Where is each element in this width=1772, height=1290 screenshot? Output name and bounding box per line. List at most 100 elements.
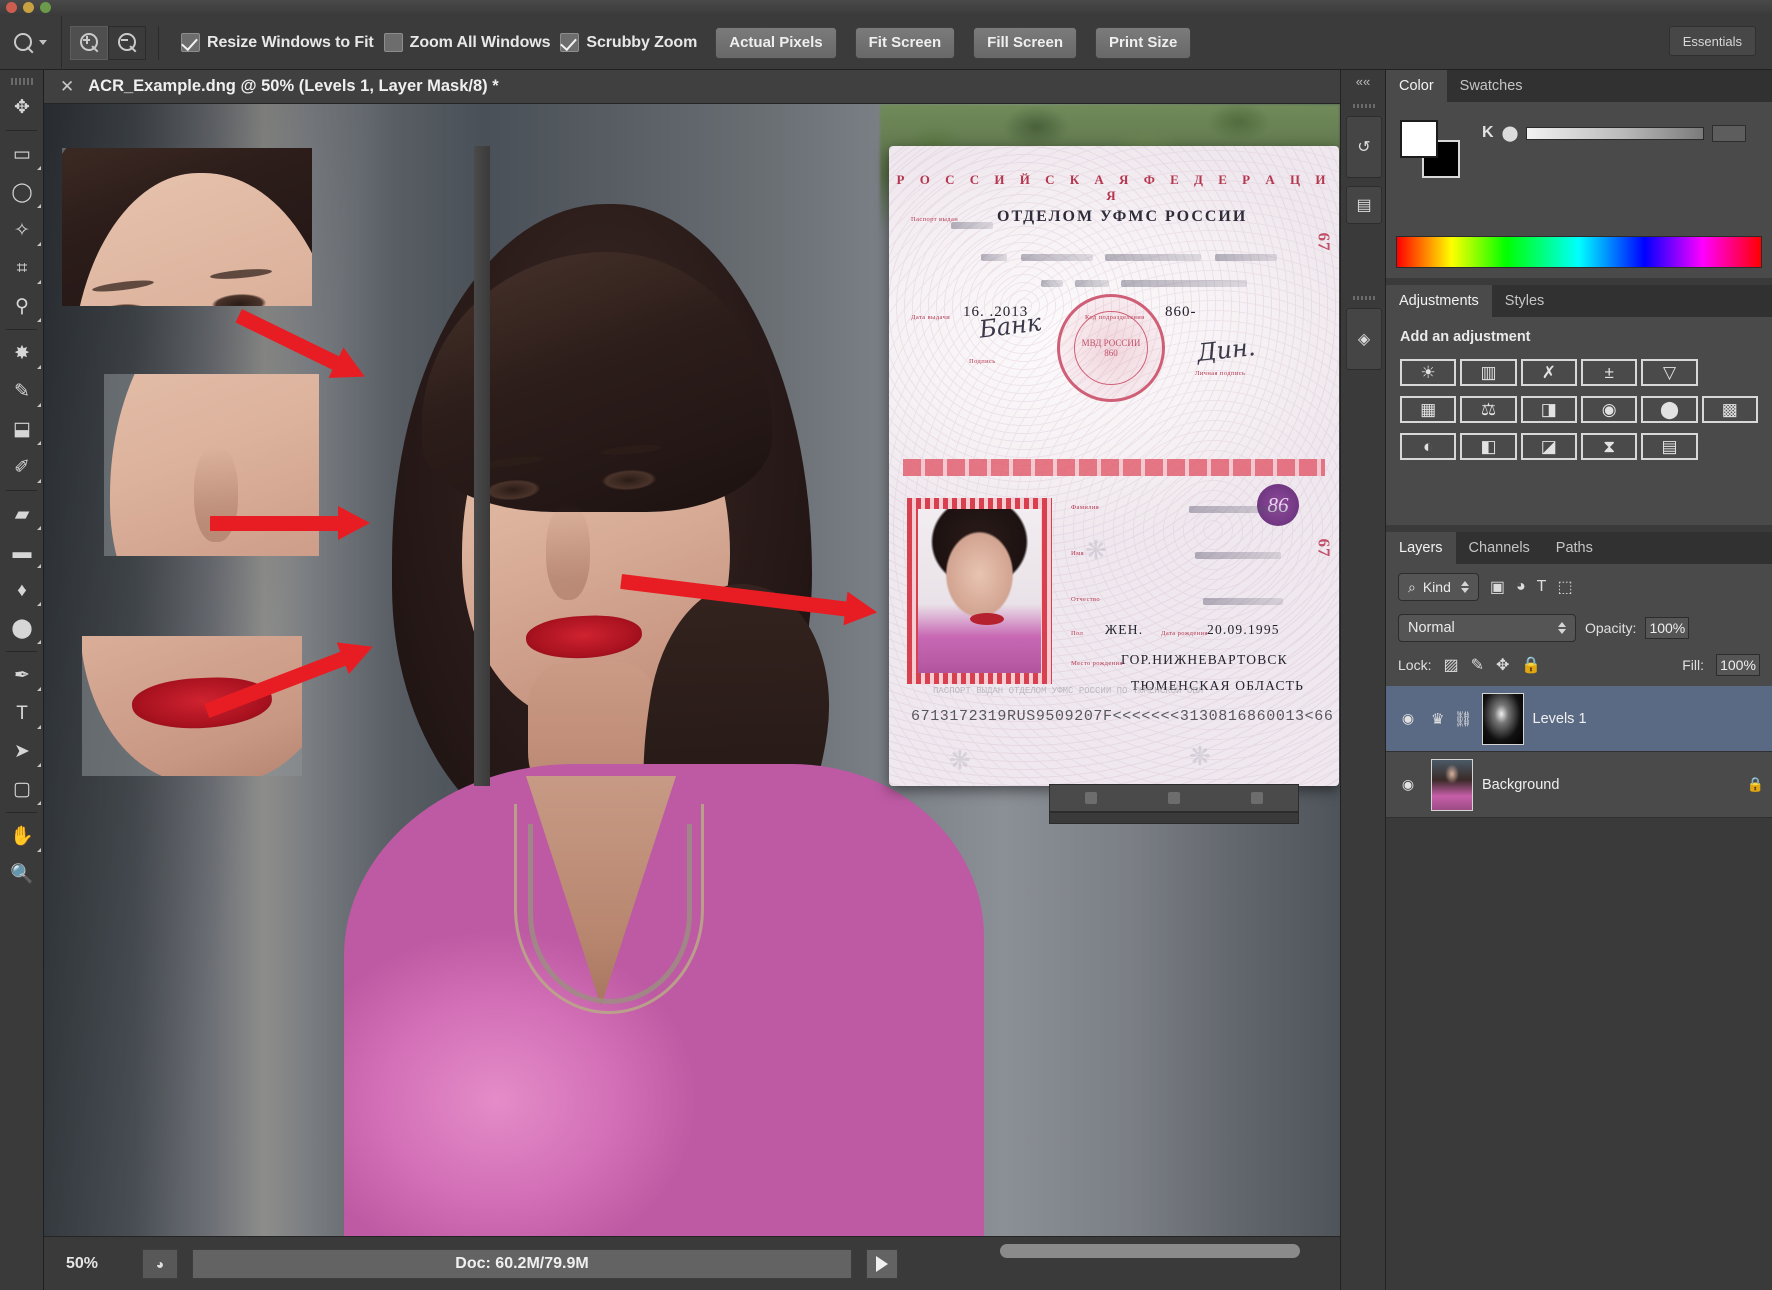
filter-adjustment-icon[interactable]: ◕ [1516,578,1526,596]
clone-stamp-tool[interactable]: ⬓ [0,410,44,448]
table-row[interactable]: ◉ Background 🔒 [1386,752,1772,818]
tab-channels[interactable]: Channels [1455,532,1543,564]
channel-mixer-icon[interactable]: ⬤ [1641,396,1698,423]
tab-color[interactable]: Color [1386,70,1447,102]
zoom-out-button[interactable] [108,25,146,60]
table-row[interactable]: ◉ ♛ ⛓ Levels 1 [1386,686,1772,752]
dodge-tool[interactable]: ⬤ [0,609,44,647]
zoom-all-windows-option[interactable]: Zoom All Windows [383,33,551,52]
brightness-contrast-icon[interactable]: ☀ [1400,359,1457,386]
actual-pixels-button[interactable]: Actual Pixels [715,26,837,59]
scrubby-zoom-checkbox[interactable] [560,33,580,52]
levels-icon[interactable]: ▥ [1460,359,1517,386]
color-balance-icon[interactable]: ⚖ [1460,396,1517,423]
blend-mode-select[interactable]: Normal [1398,614,1576,642]
floating-window-toolbar[interactable] [1049,784,1299,812]
blur-tool[interactable]: ♦ [0,571,44,609]
fill-field[interactable]: 100% [1716,654,1760,676]
lock-all-icon[interactable]: 🔒 [1521,655,1541,675]
channel-slider[interactable] [1526,126,1705,140]
curves-icon[interactable]: ✗ [1520,359,1577,386]
crop-tool[interactable]: ⌗ [0,249,44,287]
tab-adjustments[interactable]: Adjustments [1386,285,1492,317]
color-spectrum-ramp[interactable] [1396,236,1762,268]
invert-icon[interactable]: ◐ [1400,433,1457,460]
fw-btn-1[interactable] [1085,792,1098,804]
document-icon[interactable]: ◕ [142,1248,178,1279]
print-size-button[interactable]: Print Size [1095,26,1192,59]
eyedropper-icon[interactable]: ⬤ [1502,124,1519,142]
posterize-icon[interactable]: ◧ [1460,433,1517,460]
tab-paths[interactable]: Paths [1542,532,1606,564]
rectangle-tool[interactable]: ▢ [0,770,44,808]
gradient-tool[interactable]: ▬ [0,533,44,571]
brush-tool[interactable]: ✎ [0,372,44,410]
photo-filter-icon[interactable]: ◉ [1580,396,1638,423]
tab-layers[interactable]: Layers [1386,532,1456,564]
fw-btn-2[interactable] [1167,792,1180,804]
resize-windows-checkbox[interactable] [181,33,200,52]
channel-value-field[interactable] [1712,124,1747,142]
layer-mask-thumbnail[interactable] [1481,692,1524,745]
hand-tool[interactable]: ✋ [0,817,44,855]
levels-adjustment-icon[interactable]: ♛ [1431,710,1444,728]
history-icon[interactable]: ↺ [1346,116,1382,178]
quick-selection-tool[interactable]: ✧ [0,211,44,249]
color-lookup-icon[interactable]: ▩ [1701,396,1758,423]
tab-styles[interactable]: Styles [1491,285,1558,317]
collapse-panels-icon[interactable]: «« [1341,74,1385,89]
eye-icon[interactable]: ◉ [1394,776,1422,793]
black-white-icon[interactable]: ◨ [1520,396,1577,423]
lock-image-pixels-icon[interactable]: ✎ [1471,655,1484,675]
zoom-tool[interactable]: 🔍 [0,855,44,893]
chevron-down-icon[interactable] [39,40,47,45]
foreground-background-swatches[interactable] [1400,120,1462,180]
toolbar-grip[interactable] [0,74,43,88]
threshold-icon[interactable]: ◪ [1520,433,1577,460]
close-window-dot[interactable] [6,2,17,13]
filter-pixel-icon[interactable]: ▣ [1490,577,1505,597]
filter-shape-icon[interactable]: ⬚ [1557,577,1572,597]
foreground-color-swatch[interactable] [1400,120,1438,158]
tool-preset-picker[interactable] [0,15,62,70]
window-controls[interactable] [6,2,51,13]
selective-color-icon[interactable]: ▤ [1641,433,1698,460]
eyedropper-tool[interactable]: ⚲ [0,287,44,325]
layer-filter-kind-select[interactable]: ⌕ Kind [1398,573,1479,601]
lock-position-icon[interactable]: ✥ [1496,655,1509,675]
fit-screen-button[interactable]: Fit Screen [854,26,956,59]
opacity-field[interactable]: 100% [1645,617,1690,639]
path-selection-tool[interactable]: ➤ [0,732,44,770]
actions-icon[interactable]: ▤ [1346,186,1382,224]
zoom-all-windows-checkbox[interactable] [383,33,403,52]
spot-healing-tool[interactable]: ✸ [0,334,44,372]
gradient-map-icon[interactable]: ⧗ [1580,433,1638,460]
eye-icon[interactable]: ◉ [1394,710,1422,727]
close-icon[interactable]: ✕ [60,78,74,95]
zoom-level-field[interactable]: 50% [66,1255,128,1273]
scrubby-zoom-option[interactable]: Scrubby Zoom [560,33,697,52]
properties-icon[interactable]: ◈ [1346,308,1382,370]
pen-tool[interactable]: ✒ [0,656,44,694]
zoom-in-button[interactable] [70,25,108,60]
marquee-tool[interactable]: ▭ [0,135,44,173]
history-brush-tool[interactable]: ✐ [0,448,44,486]
exposure-icon[interactable]: ± [1580,359,1638,386]
image-canvas[interactable]: Р О С С И Й С К А Я Ф Е Д Е Р А Ц И Я Па… [44,104,1340,1236]
vibrance-icon[interactable]: ▽ [1641,359,1698,386]
eraser-tool[interactable]: ▰ [0,495,44,533]
filter-type-icon[interactable]: T [1537,578,1547,596]
horizontal-scrollbar[interactable] [1000,1244,1300,1258]
layer-thumbnail[interactable] [1431,758,1473,811]
type-tool[interactable]: T [0,694,44,732]
lock-transparent-pixels-icon[interactable]: ▨ [1443,655,1458,675]
fw-btn-3[interactable] [1250,792,1263,804]
tab-swatches[interactable]: Swatches [1446,70,1536,102]
fill-screen-button[interactable]: Fill Screen [973,26,1078,59]
mask-link-icon[interactable]: ⛓ [1453,710,1472,728]
lasso-tool[interactable]: ◯ [0,173,44,211]
hue-saturation-icon[interactable]: ▦ [1400,396,1457,423]
minimize-window-dot[interactable] [23,2,34,13]
maximize-window-dot[interactable] [40,2,51,13]
status-expand-button[interactable] [866,1248,898,1279]
